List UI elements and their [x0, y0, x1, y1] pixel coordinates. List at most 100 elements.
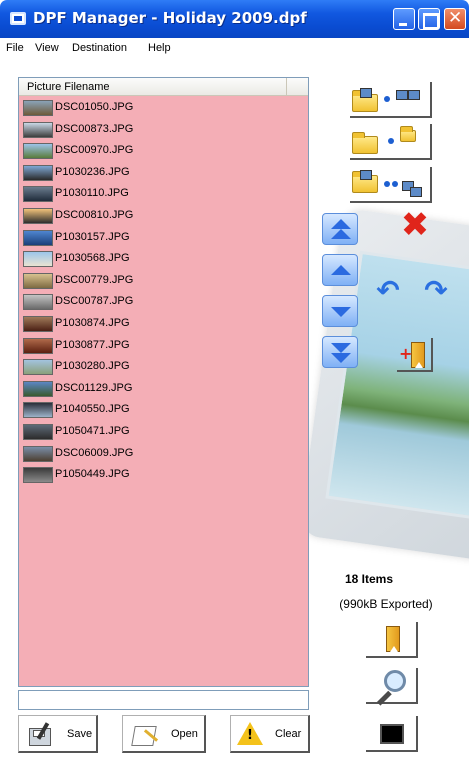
filename: DSC00873.JPG: [55, 122, 134, 135]
open-icon: [131, 722, 161, 748]
thumbnail-icon: [23, 467, 53, 484]
list-item[interactable]: P1030157.JPG: [19, 227, 308, 249]
add-bookmark-button[interactable]: +: [397, 338, 433, 372]
menu-file[interactable]: File: [6, 42, 24, 54]
list-item[interactable]: P1040550.JPG: [19, 399, 308, 421]
rotate-right-button[interactable]: ↷: [420, 276, 452, 306]
thumbnail-icon: [23, 423, 53, 440]
move-down-button[interactable]: [322, 295, 358, 327]
menu-bar: File View Destination Help: [0, 38, 469, 59]
list-rows: DSC01050.JPG DSC00873.JPG DSC00970.JPG P…: [19, 97, 308, 486]
filename: DSC00779.JPG: [55, 273, 134, 286]
list-item[interactable]: DSC00787.JPG: [19, 291, 308, 313]
preview-button[interactable]: [366, 668, 418, 706]
picture-list[interactable]: Picture Filename DSC01050.JPG DSC00873.J…: [18, 77, 309, 687]
thumbnail-icon: [23, 337, 53, 354]
list-item[interactable]: P1030236.JPG: [19, 162, 308, 184]
thumbnail-icon: [23, 380, 53, 397]
list-header: Picture Filename: [19, 78, 308, 96]
open-button[interactable]: Open: [122, 715, 206, 753]
app-icon: [10, 12, 26, 25]
exported-size: (990kB Exported): [339, 597, 433, 611]
save-button[interactable]: Save: [18, 715, 98, 753]
list-item[interactable]: P1030110.JPG: [19, 183, 308, 205]
list-item[interactable]: DSC06009.JPG: [19, 443, 308, 465]
warning-icon: !: [237, 722, 263, 745]
move-up-button[interactable]: [322, 254, 358, 286]
list-item[interactable]: DSC01129.JPG: [19, 378, 308, 400]
filename: P1030877.JPG: [55, 338, 130, 351]
filename: DSC00970.JPG: [55, 144, 134, 157]
list-item[interactable]: DSC00873.JPG: [19, 119, 308, 141]
move-top-button[interactable]: [322, 213, 358, 245]
minimize-button[interactable]: [393, 8, 415, 30]
filename: P1050471.JPG: [55, 424, 130, 437]
menu-view[interactable]: View: [35, 42, 59, 54]
thumbnail-icon: [23, 143, 53, 160]
maximize-button[interactable]: [418, 8, 440, 30]
filename: P1030236.JPG: [55, 165, 130, 178]
rotate-left-icon: ↶: [376, 274, 400, 307]
column-header-label: Picture Filename: [27, 81, 110, 93]
export-button[interactable]: [366, 716, 418, 752]
list-item[interactable]: P1030280.JPG: [19, 356, 308, 378]
list-item[interactable]: P1050449.JPG: [19, 464, 308, 486]
column-picture-filename[interactable]: Picture Filename: [19, 78, 287, 96]
window-title: DPF Manager - Holiday 2009.dpf: [33, 9, 307, 27]
filename: P1030157.JPG: [55, 230, 130, 243]
clear-button[interactable]: ! Clear: [230, 715, 310, 753]
list-item[interactable]: DSC01050.JPG: [19, 97, 308, 119]
filename: P1030568.JPG: [55, 252, 130, 265]
list-item[interactable]: DSC00779.JPG: [19, 270, 308, 292]
list-item[interactable]: DSC00970.JPG: [19, 140, 308, 162]
items-count: 18 Items: [344, 572, 394, 586]
up-arrow-icon: [331, 265, 351, 275]
open-label: Open: [171, 728, 198, 740]
thumbnail-icon: [23, 402, 53, 419]
thumbnail-icon: [23, 229, 53, 246]
device-export-icon: [380, 724, 404, 744]
add-folder-tree-button[interactable]: [350, 167, 432, 203]
close-icon: ✕: [448, 8, 463, 28]
move-bottom-button[interactable]: [322, 336, 358, 368]
rotate-right-icon: ↷: [424, 274, 448, 307]
bookmark-button[interactable]: [366, 622, 418, 658]
filename: DSC01050.JPG: [55, 101, 134, 113]
thumbnail-icon: [23, 359, 53, 376]
thumbnail-icon: [23, 100, 53, 116]
title-bar: DPF Manager - Holiday 2009.dpf ✕: [0, 0, 469, 38]
menu-destination[interactable]: Destination: [72, 42, 127, 54]
thumbnail-icon: [23, 251, 53, 268]
thumbnail-icon: [23, 207, 53, 224]
add-folder-button[interactable]: [350, 124, 432, 160]
list-item[interactable]: P1030877.JPG: [19, 335, 308, 357]
thumbnail-icon: [23, 272, 53, 289]
magnifier-icon: [374, 670, 408, 706]
filename: P1030280.JPG: [55, 360, 130, 373]
list-item[interactable]: P1030874.JPG: [19, 313, 308, 335]
filename: P1050449.JPG: [55, 468, 130, 481]
thumbnail-icon: [23, 186, 53, 203]
delete-x-icon[interactable]: ✖: [396, 208, 434, 242]
thumbnail-icon: [23, 121, 53, 138]
thumbnail-icon: [23, 445, 53, 462]
clear-label: Clear: [275, 728, 302, 740]
list-item[interactable]: P1050471.JPG: [19, 421, 308, 443]
filename: P1040550.JPG: [55, 403, 130, 416]
filename: DSC06009.JPG: [55, 446, 134, 459]
list-item[interactable]: P1030568.JPG: [19, 248, 308, 270]
close-button[interactable]: ✕: [444, 8, 466, 30]
filename: P1030110.JPG: [55, 187, 129, 200]
save-icon: [29, 722, 55, 746]
menu-help[interactable]: Help: [148, 42, 171, 54]
list-item[interactable]: DSC00810.JPG: [19, 205, 308, 227]
bookmark-icon: [386, 626, 400, 652]
add-pictures-button[interactable]: [350, 82, 432, 118]
filename: DSC01129.JPG: [55, 381, 133, 394]
filename: P1030874.JPG: [55, 316, 130, 329]
status-field: [18, 690, 309, 710]
rotate-left-button[interactable]: ↶: [372, 276, 404, 306]
save-label: Save: [67, 728, 93, 740]
thumbnail-icon: [23, 294, 53, 311]
thumbnail-icon: [23, 164, 53, 181]
